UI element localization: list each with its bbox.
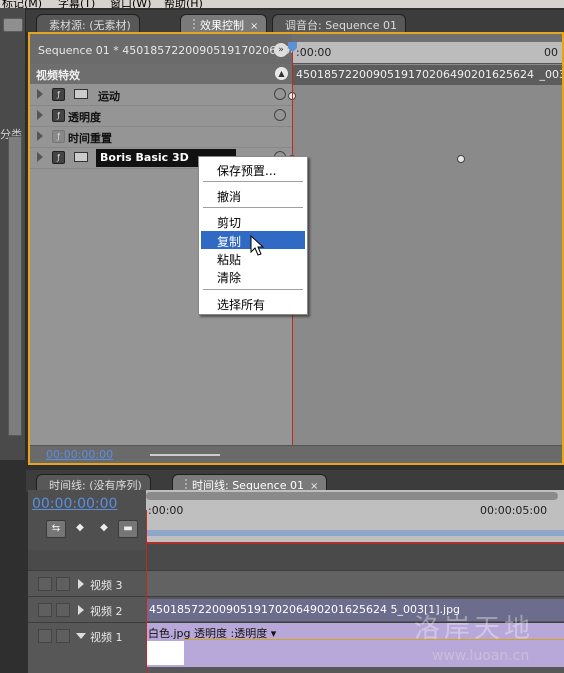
timeline-playhead[interactable] <box>146 510 147 673</box>
tab-audio-mixer-label: 调音台: Sequence 01 <box>285 19 397 32</box>
effect-row-time-remap[interactable]: ƒ 时间重置 <box>30 127 292 148</box>
track-lock-toggle[interactable] <box>56 629 70 643</box>
left-scrollbar[interactable] <box>8 136 22 436</box>
timeline-ruler[interactable]: :00:00 00:00:05:00 <box>146 490 564 542</box>
track-visibility-toggle[interactable] <box>38 577 52 591</box>
menu-item-window[interactable]: 窗口(W) <box>110 0 151 8</box>
track-lane[interactable] <box>146 571 564 597</box>
ruler-zoom-bar[interactable] <box>292 34 562 42</box>
reset-icon[interactable] <box>274 107 288 121</box>
effect-row-opacity[interactable]: ƒ 透明度 <box>30 106 292 127</box>
timeline-timecode[interactable]: 00:00:00:00 <box>32 496 117 512</box>
video-effects-header: 视频特效 ▲ <box>30 64 292 84</box>
current-timecode[interactable]: 00:00:00:00 <box>46 448 113 461</box>
ruler-start-label: :00:00 <box>148 504 184 517</box>
track-video-3: 视频 3 <box>28 570 564 597</box>
sequence-header-label: Sequence 01 * 4501857220090519170206490.… <box>38 44 292 57</box>
motion-transform-icon[interactable] <box>74 89 88 99</box>
mouse-cursor-icon <box>250 235 265 256</box>
eye-icon[interactable] <box>38 603 52 617</box>
menu-item-save-preset[interactable]: 保存预置... <box>201 160 305 178</box>
timeline-toolbar: ⇆ ◆ ◆ ▬ <box>46 520 142 542</box>
collapse-icon[interactable]: ▲ <box>275 67 288 80</box>
fx-toggle-icon[interactable]: ƒ <box>52 151 65 164</box>
ruler-start-label: :00:00 <box>296 46 332 59</box>
track-label: 视频 2 <box>90 605 123 618</box>
tab-source-label: 素材源: (无素材) <box>49 19 131 32</box>
menu-item-select-all[interactable]: 选择所有 <box>201 294 305 312</box>
track-lock-toggle[interactable] <box>56 603 70 617</box>
menu-item-clear[interactable]: 清除 <box>201 267 305 285</box>
menu-item-title[interactable]: 字幕(T) <box>58 0 95 8</box>
panel-menu-button[interactable] <box>3 18 23 32</box>
menu-item-marker[interactable]: 标记(M) <box>2 0 42 8</box>
menu-item-undo[interactable]: 撤消 <box>201 186 305 204</box>
motion-transform-icon[interactable] <box>74 152 88 162</box>
expand-triangle-icon[interactable] <box>78 605 84 615</box>
timeline-zoom-bar[interactable] <box>146 492 558 500</box>
top-tab-row: 素材源: (无素材) 效果控制 × 调音台: Sequence 01 <box>26 10 564 32</box>
menu-item-cut[interactable]: 剪切 <box>201 212 305 230</box>
track-label: 视频 1 <box>90 631 123 644</box>
effect-label-motion: 运动 <box>98 90 120 103</box>
clip-thumbnail <box>146 641 184 665</box>
collapse-triangle-icon[interactable] <box>76 633 86 639</box>
effect-timeline-area[interactable]: :00:00 00 450185722009051917020649020162… <box>288 34 562 463</box>
timeline-header: 00:00:00:00 ⇆ ◆ ◆ ▬ <box>28 490 146 550</box>
watermark-url: www.luoan.cn <box>432 648 530 664</box>
effect-controls-footer: 00:00:00:00 <box>30 445 562 463</box>
ruler-mid-label: 00:00:05:00 <box>480 504 548 517</box>
sequence-header: Sequence 01 * 4501857220090519170206490.… <box>30 34 292 64</box>
close-icon[interactable]: × <box>250 21 258 32</box>
menu-separator <box>203 289 303 290</box>
show-timeline-icon[interactable]: » <box>274 43 288 57</box>
video-effects-title: 视频特效 <box>36 69 80 82</box>
tab-source[interactable]: 素材源: (无素材) <box>36 14 140 32</box>
render-bar <box>146 542 564 544</box>
effect-time-ruler[interactable]: :00:00 00 <box>292 34 562 64</box>
sequence-marker-icon[interactable]: ◆ <box>94 520 114 538</box>
fx-toggle-icon[interactable]: ƒ <box>52 88 65 101</box>
fx-toggle-icon: ƒ <box>52 130 65 143</box>
effect-label-time-remap: 时间重置 <box>68 132 112 145</box>
project-panel-edge: 分类 <box>0 8 26 460</box>
expand-triangle-icon[interactable] <box>37 110 43 120</box>
track-label: 视频 3 <box>90 579 123 592</box>
tab-effect-controls-label: 效果控制 <box>200 19 244 32</box>
expand-triangle-icon[interactable] <box>78 579 84 589</box>
effect-label-opacity: 透明度 <box>68 111 101 124</box>
marker-icon[interactable]: ◆ <box>70 520 90 538</box>
clip-name-bar: 4501857220090519170206490201625624 _003[… <box>292 65 562 85</box>
reset-icon[interactable] <box>274 86 288 100</box>
grip-icon <box>185 479 189 489</box>
ruler-end-label: 00 <box>544 46 558 59</box>
expand-triangle-icon[interactable] <box>37 89 43 99</box>
expand-triangle-icon[interactable] <box>37 131 43 141</box>
watermark-logo: 洛岸天地 <box>414 614 535 644</box>
work-area-bar[interactable] <box>146 530 564 536</box>
menu-item-help[interactable]: 帮助(H) <box>164 0 203 8</box>
tab-effect-controls[interactable]: 效果控制 × <box>180 14 268 32</box>
fx-toggle-icon[interactable]: ƒ <box>52 109 65 122</box>
keyframe-marker[interactable] <box>457 155 465 163</box>
timeline-tab-row: 时间线: (没有序列) 时间线: Sequence 01 × <box>26 470 564 492</box>
timeline-panel: 00:00:00:00 ⇆ ◆ ◆ ▬ :00:00 00:00:05:00 视… <box>28 490 564 673</box>
grip-icon <box>193 19 197 29</box>
snap-icon[interactable]: ⇆ <box>46 520 66 538</box>
menu-separator <box>203 207 303 208</box>
zoom-slider[interactable] <box>150 454 220 456</box>
expand-triangle-icon[interactable] <box>37 152 43 162</box>
menu-separator <box>203 181 303 182</box>
zoom-icon[interactable]: ▬ <box>118 520 138 538</box>
effect-row-motion[interactable]: ƒ 运动 <box>30 85 292 106</box>
menu-bar: 标记(M) 字幕(T) 窗口(W) 帮助(H) <box>0 0 564 8</box>
track-visibility-toggle[interactable] <box>38 629 52 643</box>
track-lock-toggle[interactable] <box>56 577 70 591</box>
tab-audio-mixer[interactable]: 调音台: Sequence 01 <box>272 14 406 32</box>
